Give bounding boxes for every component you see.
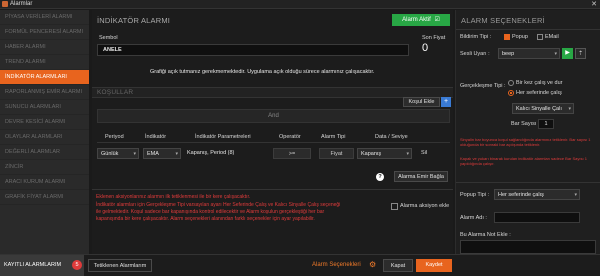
upload-icon[interactable]: ⇡: [575, 48, 586, 59]
window-title: Alarmlar: [10, 1, 33, 7]
sidebar-item-sunucu[interactable]: SUNUCU ALARMLARI: [0, 100, 89, 115]
symbol-input[interactable]: ANELE: [97, 44, 409, 56]
close-icon[interactable]: ✕: [591, 0, 597, 9]
sidebar-item-piyasa[interactable]: PİYASA VERİLERİ ALARMI: [0, 10, 89, 25]
divider: [456, 29, 600, 30]
once-radio[interactable]: [508, 80, 514, 86]
app-icon: [2, 1, 8, 7]
alarm-note-textarea[interactable]: [460, 240, 596, 254]
col-indicator: İndikatör: [145, 134, 167, 140]
persist-select[interactable]: Kalıcı Sinyalle Çalı: [512, 103, 574, 114]
notify-type-label: Bildirim Tipi :: [460, 34, 492, 40]
popup-checkbox[interactable]: [504, 34, 510, 40]
email-label: EMail: [545, 34, 559, 40]
sidebar-item-araci[interactable]: ARACI KURUM ALARMI: [0, 175, 89, 190]
sidebar-item-devre[interactable]: DEVRE KESİCİ ALARMI: [0, 115, 89, 130]
help-icon[interactable]: ?: [376, 173, 384, 181]
bar-note-1: Sinyalin bar boyunca koşul sağlandığında…: [460, 137, 591, 147]
info-text: Grafiği açık tutmanız gerekmemektedir. U…: [150, 69, 375, 75]
every-radio[interactable]: [508, 90, 514, 96]
gear-icon[interactable]: ⚙: [369, 260, 376, 269]
page-title: İNDİKATÖR ALARMI: [97, 16, 171, 25]
sidebar-item-olaylar[interactable]: OLAYLAR ALARMLARI: [0, 130, 89, 145]
save-button[interactable]: Kaydet: [416, 259, 452, 272]
col-period: Periyod: [105, 134, 124, 140]
saved-alarms-label: KAYITLI ALARMLARIM: [4, 262, 62, 268]
alarm-name-label: Alarm Adı :: [460, 215, 487, 221]
popup-type-select[interactable]: Her seferinde çalış: [494, 189, 580, 200]
warning-line-1: Eklenen aksiyonlarınız alarmın ilk tetik…: [96, 194, 251, 200]
saved-alarms-tab[interactable]: KAYITLI ALARMLARIM 5: [0, 255, 84, 276]
alarm-options-panel: ALARM SEÇENEKLERİ Bildirim Tipi : Popup …: [455, 10, 600, 254]
action-checkbox[interactable]: [391, 203, 398, 210]
sound-label: Sesli Uyarı :: [460, 51, 490, 57]
alarm-options-link[interactable]: Alarm Seçenekleri: [312, 262, 361, 268]
col-operator: Operatör: [279, 134, 301, 140]
logic-label: And: [268, 113, 279, 119]
alarm-active-toggle[interactable]: Alarm Aktif ☑: [392, 14, 450, 26]
add-condition-button[interactable]: Koşul Ekle: [403, 97, 440, 107]
every-label: Her seferinde çalış: [516, 90, 562, 96]
email-checkbox[interactable]: [537, 34, 543, 40]
alarm-name-input[interactable]: [494, 212, 580, 223]
warning-line-3: ile gelmektedir. Koşul sadece bar kapanı…: [96, 209, 325, 215]
popup-label: Popup: [512, 34, 528, 40]
once-label: Bir kez çalış ve dur: [516, 80, 563, 86]
indicator-params[interactable]: Kapanış, Period (8): [187, 150, 234, 156]
logic-select[interactable]: And: [97, 109, 450, 123]
sidebar-item-trend[interactable]: TREND ALARMI: [0, 55, 89, 70]
popup-type-label: Popup Tipi :: [460, 192, 490, 198]
sidebar-item-formul[interactable]: FORMÜL PENCERESİ ALARMI: [0, 25, 89, 40]
alarm-note-label: Bu Alarma Not Ekle :: [460, 232, 511, 238]
divider: [456, 182, 600, 183]
table-row: Günlük EMA Kapanış, Period (8) >= Fiyat …: [97, 146, 450, 163]
window-titlebar: Alarmlar ✕: [0, 0, 600, 9]
last-price-label: Son Fiyat: [422, 35, 446, 41]
check-icon: ☑: [434, 17, 440, 23]
bar-note-2: Kapalı ve yukarı binarak kurulan indikat…: [460, 156, 587, 166]
divider: [92, 189, 453, 190]
sidebar-item-degerli[interactable]: DEĞERLİ ALARMLAR: [0, 145, 89, 160]
close-button[interactable]: Kapat: [383, 259, 413, 272]
play-icon[interactable]: ▶: [562, 48, 573, 59]
sidebar-item-haber[interactable]: HABER ALARMI: [0, 40, 89, 55]
main-panel: İNDİKATÖR ALARMI Alarm Aktif ☑ Sembol So…: [92, 10, 453, 254]
col-params: İndikatör Parametreleri: [195, 134, 251, 140]
sidebar-item-raporlanmis[interactable]: RAPORLANMIŞ EMİR ALARMI: [0, 85, 89, 100]
add-icon[interactable]: +: [441, 97, 451, 107]
sidebar-item-grafik[interactable]: GRAFİK FİYAT ALARMI: [0, 190, 89, 205]
options-header: ALARM SEÇENEKLERİ: [461, 16, 545, 25]
saved-count-badge: 5: [72, 260, 82, 270]
col-alarm-type: Alarm Tipi: [321, 134, 346, 140]
col-data: Data / Seviye: [375, 134, 408, 140]
warning-line-2: İndikatör alarmları için Gerçekleşme Tip…: [96, 202, 341, 208]
data-select[interactable]: Kapanış: [357, 148, 412, 159]
conditions-header: KOŞULLAR: [97, 89, 134, 96]
delete-button[interactable]: Sil: [421, 150, 427, 156]
bar-count-label: Bar Sayısı :: [511, 121, 540, 127]
warning-text: Eklenen aksiyonlarınız alarmın ilk tetik…: [96, 194, 386, 223]
sidebar-item-indikator[interactable]: İNDİKATÖR ALARMLARI: [0, 70, 89, 85]
symbol-label: Sembol: [99, 35, 118, 41]
link-order-button[interactable]: Alarma Emir Bağla: [394, 171, 448, 182]
last-price-value: 0: [422, 42, 429, 54]
indicator-select[interactable]: EMA: [143, 148, 181, 159]
table-header: Periyod İndikatör İndikatör Parametreler…: [97, 131, 450, 143]
conditions-header-bar: KOŞULLAR: [92, 87, 453, 98]
warning-line-4: kapanışında bir kere çalışacaktır. Alarm…: [96, 216, 315, 222]
sidebar-item-zincir[interactable]: ZİNCİR: [0, 160, 89, 175]
sound-select[interactable]: beep: [498, 48, 560, 59]
alarm-active-label: Alarm Aktif: [402, 17, 431, 23]
footer-bar: KAYITLI ALARMLARIM 5 Tetiklenen Alarmlar…: [0, 254, 600, 276]
period-select[interactable]: Günlük: [97, 148, 139, 159]
action-checkbox-label: Alarma aksiyon ekle: [400, 203, 450, 209]
sidebar: PİYASA VERİLERİ ALARMI FORMÜL PENCERESİ …: [0, 10, 89, 254]
realize-type-label: Gerçekleşme Tipi :: [460, 83, 506, 89]
bar-count-input[interactable]: 1: [538, 119, 554, 129]
operator-select[interactable]: >=: [273, 148, 311, 159]
alarm-type-field[interactable]: Fiyat: [319, 148, 354, 159]
triggered-alarms-button[interactable]: Tetiklenen Alarmlarım: [88, 259, 152, 272]
